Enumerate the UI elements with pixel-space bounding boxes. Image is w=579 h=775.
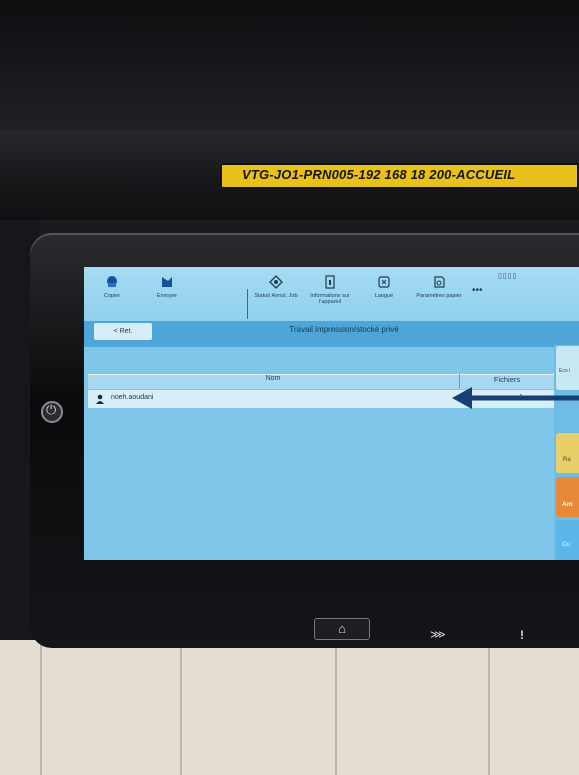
column-header-name[interactable]: Nom (88, 375, 458, 382)
toolbar-label: Copier (103, 293, 121, 299)
toolbar-label: Langue (374, 293, 394, 299)
annotation-arrow-icon (452, 387, 579, 409)
top-toolbar: Copier Envoyer Statut/ Annul. Job Inform… (84, 267, 579, 321)
side-button-yellow[interactable]: Ra (556, 433, 579, 473)
toolbar-envoyer[interactable]: Envoyer (139, 275, 195, 299)
more-options-button[interactable]: ••• (472, 285, 483, 296)
floor (0, 640, 579, 775)
tile-line (180, 640, 182, 775)
page-title: Travail impression/stocké privé (289, 325, 399, 334)
toolbar-label: Informations sur l'appareil (310, 293, 350, 305)
toolbar-label: Statut/ Annul. Job (254, 293, 298, 299)
tile-line (335, 640, 337, 775)
toolbar-status-job[interactable]: Statut/ Annul. Job (248, 275, 304, 299)
power-icon: ⏻ (46, 402, 57, 417)
touchscreen: Copier Envoyer Statut/ Annul. Job Inform… (84, 267, 579, 560)
side-button-blue[interactable]: Ou (556, 520, 579, 560)
attention-indicator: ! (520, 628, 524, 642)
info-icon (325, 275, 335, 289)
toolbar-language[interactable]: Langue (356, 275, 412, 299)
toolbar-copier[interactable]: Copier (84, 275, 140, 299)
tile-line (40, 640, 42, 775)
language-icon (378, 276, 390, 288)
power-button[interactable]: ⏻ (41, 401, 63, 423)
user-icon (96, 394, 104, 404)
toolbar-paper-settings[interactable]: Paramètres papier (411, 275, 467, 299)
send-icon (162, 277, 172, 287)
toolbar-label: Paramètres papier (416, 293, 462, 299)
toolbar-label: Envoyer (156, 293, 178, 299)
status-icon (269, 275, 283, 289)
printer-label: VTG-JO1-PRN005-192 168 18 200-ACCUEIL (220, 163, 579, 189)
home-icon: ⌂ (338, 621, 346, 636)
side-label: Am (562, 501, 573, 508)
row-user-name: noeh.aoudani (111, 394, 154, 401)
status-indicator: ▯▯▯▯ (498, 273, 518, 280)
home-button[interactable]: ⌂ (314, 618, 370, 640)
tile-line (488, 640, 490, 775)
side-label: Ou (562, 542, 571, 548)
printer-top-housing (0, 0, 579, 130)
bottom-indicator-1: ⋙ (430, 629, 446, 641)
printer-label-text: VTG-JO1-PRN005-192 168 18 200-ACCUEIL (242, 167, 516, 182)
side-button-orange[interactable]: Am (556, 477, 579, 517)
side-label: Ra (563, 457, 571, 463)
copy-icon (107, 276, 117, 287)
paper-settings-icon (434, 276, 445, 288)
back-button[interactable]: < Ret. (94, 323, 152, 340)
toolbar-device-info[interactable]: Informations sur l'appareil (302, 275, 358, 305)
eco-label: Eco i (559, 368, 571, 374)
